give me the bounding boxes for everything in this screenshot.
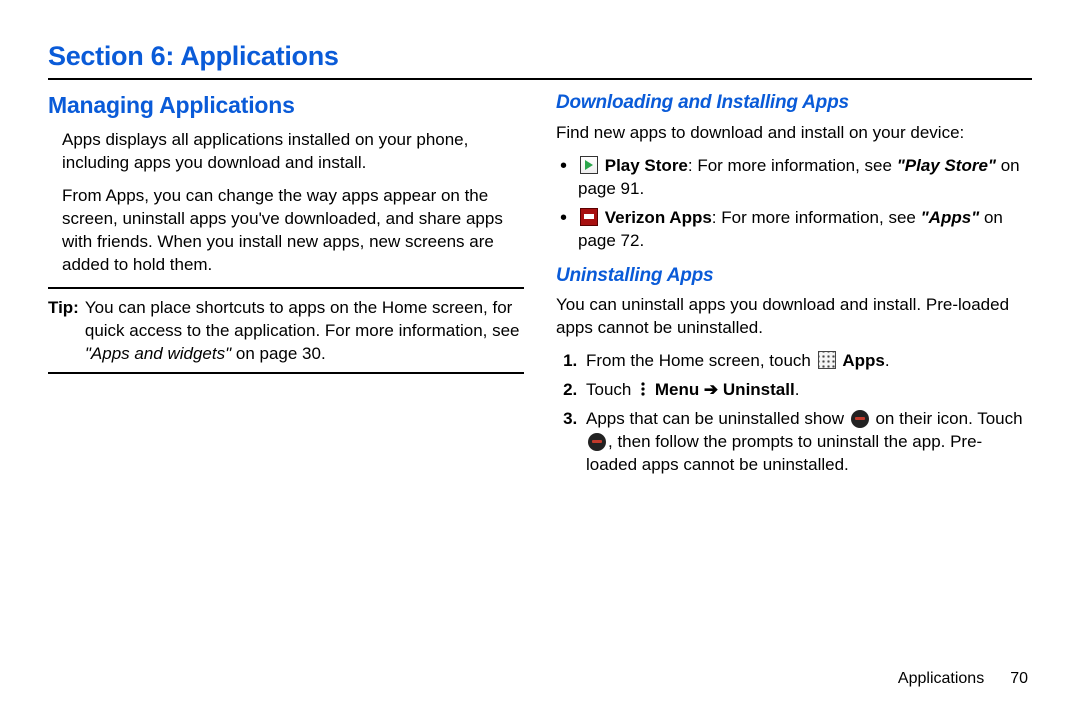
text: You can place shortcuts to apps on the H… bbox=[85, 298, 520, 340]
verizon-apps-icon bbox=[580, 208, 598, 226]
label-menu-uninstall: Menu ➔ Uninstall bbox=[655, 380, 795, 399]
tip-body: You can place shortcuts to apps on the H… bbox=[85, 297, 524, 366]
text: , then follow the prompts to uninstall t… bbox=[586, 432, 982, 474]
label-apps: Apps bbox=[842, 351, 885, 370]
menu-icon bbox=[638, 381, 648, 397]
right-column: Downloading and Installing Apps Find new… bbox=[556, 90, 1032, 483]
paragraph: From Apps, you can change the way apps a… bbox=[48, 185, 524, 277]
two-column-layout: Managing Applications Apps displays all … bbox=[48, 90, 1032, 483]
text: : For more information, see bbox=[712, 208, 921, 227]
footer-section-name: Applications bbox=[898, 668, 984, 690]
text: on their icon. Touch bbox=[871, 409, 1023, 428]
text: . bbox=[795, 380, 800, 399]
section-title: Section 6: Applications bbox=[48, 38, 1032, 74]
paragraph: Find new apps to download and install on… bbox=[556, 122, 1032, 145]
cross-reference: "Play Store" bbox=[897, 156, 996, 175]
divider bbox=[48, 372, 524, 374]
cross-reference: "Apps and widgets" bbox=[85, 344, 231, 363]
text: : For more information, see bbox=[688, 156, 897, 175]
heading-uninstalling-apps: Uninstalling Apps bbox=[556, 263, 1032, 289]
text: Touch bbox=[586, 380, 636, 399]
step-item: Touch Menu ➔ Uninstall. bbox=[582, 379, 1032, 402]
text: From the Home screen, touch bbox=[586, 351, 816, 370]
divider bbox=[48, 287, 524, 289]
paragraph: You can uninstall apps you download and … bbox=[556, 294, 1032, 340]
bullet-list: Play Store: For more information, see "P… bbox=[556, 155, 1032, 253]
footer-page-number: 70 bbox=[1010, 668, 1028, 690]
play-store-icon bbox=[580, 156, 598, 174]
list-item: Verizon Apps: For more information, see … bbox=[556, 207, 1032, 253]
tip-label: Tip: bbox=[48, 297, 79, 366]
text: . bbox=[885, 351, 890, 370]
apps-grid-icon bbox=[818, 351, 836, 369]
list-item: Play Store: For more information, see "P… bbox=[556, 155, 1032, 201]
heading-managing-applications: Managing Applications bbox=[48, 90, 524, 121]
numbered-steps: From the Home screen, touch Apps. Touch … bbox=[556, 350, 1032, 477]
heading-downloading-installing: Downloading and Installing Apps bbox=[556, 90, 1032, 116]
text: Apps that can be uninstalled show bbox=[586, 409, 849, 428]
page-footer: Applications 70 bbox=[898, 668, 1028, 690]
paragraph: Apps displays all applications installed… bbox=[48, 129, 524, 175]
cross-reference: "Apps" bbox=[921, 208, 980, 227]
text: on page 30. bbox=[231, 344, 326, 363]
label-verizon-apps: Verizon Apps bbox=[605, 208, 712, 227]
manual-page: Section 6: Applications Managing Applica… bbox=[0, 0, 1080, 483]
label-play-store: Play Store bbox=[605, 156, 688, 175]
step-item: From the Home screen, touch Apps. bbox=[582, 350, 1032, 373]
tip-block: Tip: You can place shortcuts to apps on … bbox=[48, 297, 524, 366]
remove-badge-icon bbox=[588, 433, 606, 451]
step-item: Apps that can be uninstalled show on the… bbox=[582, 408, 1032, 477]
divider bbox=[48, 78, 1032, 80]
remove-badge-icon bbox=[851, 410, 869, 428]
left-column: Managing Applications Apps displays all … bbox=[48, 90, 524, 483]
